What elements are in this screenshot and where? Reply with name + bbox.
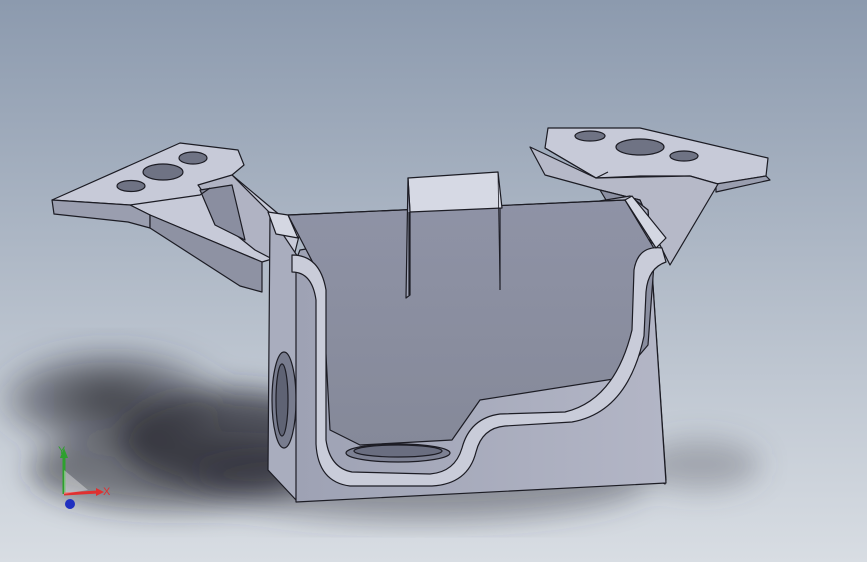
x-axis-label: X — [103, 486, 111, 498]
left-arm-hole-3 — [116, 179, 146, 193]
graphics-viewport[interactable]: Y X — [0, 0, 867, 562]
right-arm-hole-2 — [615, 138, 665, 156]
right-arm-hole-1 — [574, 130, 606, 142]
z-axis-icon — [65, 499, 75, 509]
left-arm-hole-1 — [178, 151, 208, 165]
left-arm-hole-2 — [142, 163, 184, 181]
cad-scene: Y X — [0, 0, 867, 562]
main-body[interactable] — [267, 171, 667, 503]
y-axis-label: Y — [58, 445, 66, 457]
right-arm-hole-3 — [669, 150, 699, 162]
